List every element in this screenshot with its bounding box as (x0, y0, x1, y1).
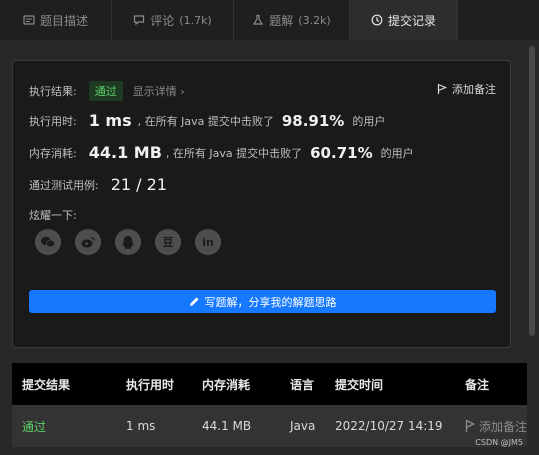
header-time: 提交时间 (335, 377, 384, 392)
flask-icon (253, 14, 264, 25)
tab-bar: 题目描述 评论 (1.7k) 题解 (3.2k) 提交记录 (0, 0, 539, 40)
header-result: 提交结果 (22, 377, 71, 392)
tests-row: 通过测试用例: 21 / 21 (29, 175, 167, 194)
write-solution-button[interactable]: 写题解，分享我的解题思路 (29, 290, 496, 313)
tests-label: 通过测试用例: (29, 178, 99, 192)
runtime-row: 执行用时: 1 ms , 在所有 Java 提交中击败了 98.91% 的用户 (29, 111, 385, 130)
flag-icon (437, 83, 447, 94)
tab-solutions[interactable]: 题解 (3.2k) (234, 0, 350, 40)
tab-description[interactable]: 题目描述 (0, 0, 112, 40)
write-solution-label: 写题解，分享我的解题思路 (204, 295, 337, 309)
tab-comments[interactable]: 评论 (1.7k) (112, 0, 234, 40)
row-runtime: 1 ms (126, 419, 156, 433)
tab-submissions-label: 提交记录 (387, 13, 436, 28)
share-buttons: 豆 in (35, 229, 221, 255)
clock-icon (371, 14, 383, 26)
description-icon (23, 15, 35, 25)
scrollbar-thumb[interactable] (529, 46, 535, 336)
tab-submissions[interactable]: 提交记录 (350, 0, 458, 40)
flag-icon (465, 419, 475, 432)
douban-icon[interactable]: 豆 (155, 229, 181, 255)
status-badge: 通过 (88, 81, 123, 101)
header-note: 备注 (465, 377, 490, 392)
memory-percentile: 60.71% (310, 143, 373, 162)
memory-row: 内存消耗: 44.1 MB , 在所有 Java 提交中击败了 60.71% 的… (29, 143, 414, 162)
pencil-icon (189, 297, 199, 306)
row-add-note-label: 添加备注 (479, 419, 528, 434)
tab-description-label: 题目描述 (39, 13, 88, 28)
runtime-mid: , 在所有 Java 提交中击败了 (137, 114, 274, 128)
row-add-note-button[interactable]: 添加备注 (455, 418, 527, 435)
share-row: 炫耀一下: (29, 207, 77, 223)
submission-result-panel: 执行结果: 通过 显示详情 › 添加备注 执行用时: 1 ms , 在所有 Ja… (12, 60, 511, 348)
row-result-link[interactable]: 通过 (12, 418, 116, 435)
table-header: 提交结果 执行用时 内存消耗 语言 提交时间 备注 (12, 363, 527, 405)
runtime-percentile: 98.91% (281, 111, 345, 130)
header-memory: 内存消耗 (202, 377, 251, 392)
add-note-label: 添加备注 (452, 83, 496, 96)
watermark: CSDN @JM5 (475, 438, 523, 447)
weibo-icon[interactable] (75, 229, 101, 255)
header-runtime: 执行用时 (126, 377, 175, 392)
qq-icon[interactable] (115, 229, 141, 255)
linkedin-icon[interactable]: in (195, 229, 221, 255)
memory-label: 内存消耗: (29, 146, 77, 160)
row-memory: 44.1 MB (202, 419, 252, 433)
tab-comments-label: 评论 (150, 13, 175, 28)
header-language: 语言 (290, 377, 315, 392)
runtime-label: 执行用时: (29, 114, 77, 128)
add-note-button[interactable]: 添加备注 (437, 81, 496, 97)
comment-icon (134, 15, 145, 26)
tab-solutions-count: (3.2k) (298, 13, 331, 27)
memory-suffix: 的用户 (380, 146, 414, 160)
wechat-icon[interactable] (35, 229, 61, 255)
memory-mid: , 在所有 Java 提交中击败了 (165, 146, 303, 160)
tab-solutions-label: 题解 (269, 13, 294, 28)
row-time: 2022/10/27 14:19 (335, 419, 443, 433)
submissions-table: 提交结果 执行用时 内存消耗 语言 提交时间 备注 通过 1 ms 44.1 M… (12, 363, 527, 447)
share-label: 炫耀一下: (29, 209, 77, 222)
status-row: 执行结果: 通过 显示详情 › (29, 81, 185, 101)
runtime-suffix: 的用户 (352, 114, 386, 128)
status-label: 执行结果: (29, 85, 77, 98)
tests-value: 21 / 21 (110, 175, 167, 194)
row-language: Java (290, 419, 316, 433)
tab-comments-count: (1.7k) (179, 13, 212, 27)
runtime-value: 1 ms (88, 111, 132, 130)
table-row[interactable]: 通过 1 ms 44.1 MB Java 2022/10/27 14:19 添加… (12, 405, 527, 447)
memory-value: 44.1 MB (88, 143, 162, 162)
show-detail-link[interactable]: 显示详情 › (133, 83, 185, 99)
